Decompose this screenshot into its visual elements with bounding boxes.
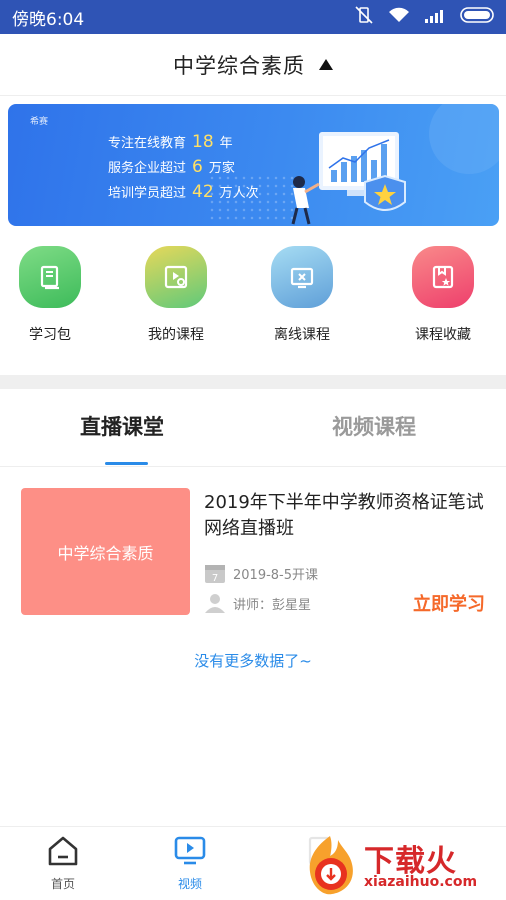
calendar-icon: 7 <box>205 565 225 584</box>
vibrate-off-icon <box>354 6 374 28</box>
banner-illustration <box>291 104 499 225</box>
page-title[interactable]: 中学综合素质 <box>173 50 305 80</box>
section-divider <box>0 375 506 389</box>
banner-line: 专注在线教育 18 年 <box>108 132 233 152</box>
favorite-box-icon[interactable] <box>412 246 474 308</box>
course-card[interactable]: 中学综合素质 2019年下半年中学教师资格证笔试网络直播班 7 2019-8-5… <box>0 480 506 620</box>
quick-favorites[interactable]: 课程收藏 <box>393 246 493 344</box>
play-user-icon[interactable] <box>145 246 207 308</box>
quick-my-courses[interactable]: 我的课程 <box>126 246 226 344</box>
watermark-url: xiazaihuo.com <box>364 874 478 890</box>
watermark: 下载火 xiazaihuo.com <box>298 832 506 900</box>
nav-video[interactable]: 视频 <box>160 835 220 892</box>
signal-icon <box>424 8 446 27</box>
quick-access: 学习包 我的课程 离线课程 课程收藏 <box>0 246 506 356</box>
tab-live-classroom[interactable]: 直播课堂 <box>80 411 164 441</box>
quick-label: 课程收藏 <box>415 327 471 343</box>
course-teacher-text: 讲师：彭星星 <box>233 597 312 613</box>
nav-home[interactable]: 首页 <box>33 835 93 892</box>
quick-offline-courses[interactable]: 离线课程 <box>252 246 352 344</box>
status-bar: 傍晚6:04 <box>0 0 506 34</box>
quick-label: 学习包 <box>29 327 71 343</box>
no-more-data-text: 没有更多数据了~ <box>194 652 312 670</box>
video-screen-icon <box>174 836 206 865</box>
course-date: 7 2019-8-5开课 <box>204 562 318 584</box>
home-icon <box>48 836 78 866</box>
banner-brand: 希赛 <box>30 117 49 127</box>
status-time: 傍晚6:04 <box>12 9 85 30</box>
user-icon <box>205 594 225 613</box>
wifi-icon <box>388 7 410 27</box>
active-tab-indicator <box>105 462 148 465</box>
offline-screen-icon[interactable] <box>271 246 333 308</box>
quick-study-pack[interactable]: 学习包 <box>0 246 100 344</box>
course-title[interactable]: 2019年下半年中学教师资格证笔试网络直播班 <box>204 490 494 542</box>
nav-video-label: 视频 <box>177 877 202 891</box>
flame-logo-icon <box>309 836 353 895</box>
promo-banner[interactable]: 希赛 专注在线教育 18 年 服务企业超过 6 万家 培训学员超过 42 万人次 <box>8 104 499 226</box>
caret-up-icon[interactable] <box>319 59 333 70</box>
course-date-text: 2019-8-5开课 <box>233 567 319 583</box>
course-thumbnail[interactable]: 中学综合素质 <box>21 488 190 615</box>
battery-icon <box>460 7 496 27</box>
book-icon[interactable] <box>19 246 81 308</box>
study-now-button[interactable]: 立即学习 <box>413 590 485 616</box>
quick-label: 离线课程 <box>274 327 330 343</box>
tab-video-courses[interactable]: 视频课程 <box>332 411 416 441</box>
course-teacher: 讲师：彭星星 <box>204 592 311 614</box>
svg-text:7: 7 <box>212 573 218 584</box>
course-tabs: 直播课堂 视频课程 <box>0 389 506 467</box>
nav-home-label: 首页 <box>50 877 75 891</box>
quick-label: 我的课程 <box>148 327 204 343</box>
page-header[interactable]: 中学综合素质 <box>0 34 506 96</box>
course-thumbnail-text: 中学综合素质 <box>57 543 154 563</box>
